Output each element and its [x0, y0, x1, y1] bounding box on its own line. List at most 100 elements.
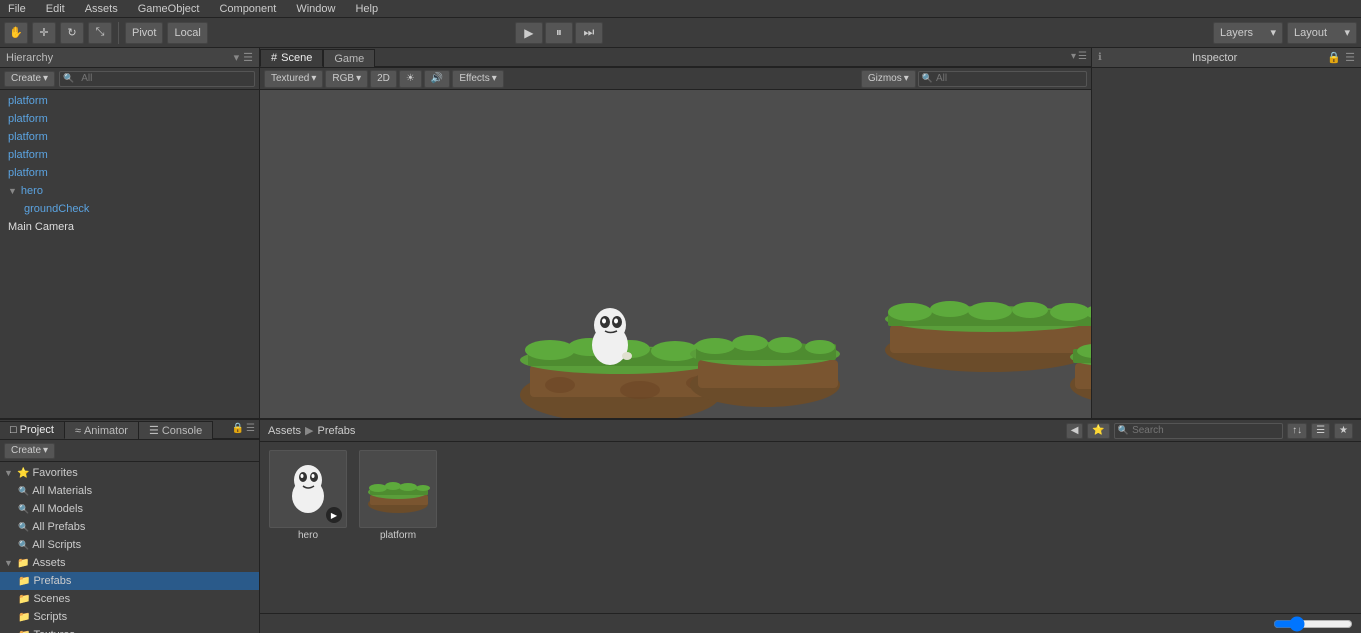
pause-button[interactable]: ⏸ [545, 22, 573, 44]
transport-controls: ▶ ⏸ ⏭ [515, 22, 603, 44]
hierarchy-item-platform-3[interactable]: platform [0, 128, 259, 146]
project-lock-icon[interactable]: 🔒 [232, 423, 244, 434]
hierarchy-content: platform platform platform platform plat… [0, 90, 259, 418]
hierarchy-toolbar: Create ▾ 🔍 [0, 68, 259, 90]
shading-dropdown[interactable]: Textured ▾ [264, 70, 323, 88]
tree-all-prefabs[interactable]: 🔍 All Prefabs [0, 518, 259, 536]
hierarchy-create-btn[interactable]: Create ▾ [4, 71, 55, 87]
project-menu-icon[interactable]: ☰ [246, 423, 255, 434]
tab-animator[interactable]: ≈ Animator [65, 421, 139, 439]
move-tool-button[interactable]: ✛ [32, 22, 56, 44]
color-space-dropdown[interactable]: RGB ▾ [325, 70, 368, 88]
hierarchy-collapse-icon[interactable]: ▾ [234, 51, 240, 64]
menu-gameobject[interactable]: GameObject [134, 3, 204, 15]
local-button[interactable]: Local [167, 22, 207, 44]
rotate-tool-button[interactable]: ↻ [60, 22, 84, 44]
tab-project[interactable]: □ Project [0, 421, 65, 439]
toolbar-sep-1 [118, 22, 119, 44]
hand-tool-button[interactable]: ✋ [4, 22, 28, 44]
hero-play-icon: ▶ [326, 507, 342, 523]
effects-dropdown[interactable]: Effects ▾ [452, 70, 503, 88]
menu-assets[interactable]: Assets [81, 3, 122, 15]
hierarchy-item-groundcheck[interactable]: groundCheck [0, 200, 259, 218]
favorites-folder-icon: ⭐ [17, 468, 29, 479]
console-tab-icon: ☰ [149, 424, 159, 437]
tree-textures[interactable]: 📁 Textures [0, 626, 259, 633]
assets-star-btn[interactable]: ★ [1334, 423, 1353, 439]
hierarchy-item-platform-4[interactable]: platform [0, 146, 259, 164]
bottom-tabs: □ Project ≈ Animator ☰ Console 🔒 ☰ [0, 420, 259, 440]
asset-platform[interactable]: platform [358, 450, 438, 541]
hierarchy-item-main-camera[interactable]: Main Camera [0, 218, 259, 236]
layout-dropdown[interactable]: Layout ▾ [1287, 22, 1357, 44]
scene-search: 🔍 [918, 71, 1087, 87]
menu-edit[interactable]: Edit [42, 3, 69, 15]
menu-help[interactable]: Help [351, 3, 382, 15]
tree-all-materials[interactable]: 🔍 All Materials [0, 482, 259, 500]
scene-menu-icon[interactable]: ☰ [1078, 51, 1087, 62]
menu-component[interactable]: Component [215, 3, 280, 15]
tree-all-scripts[interactable]: 🔍 All Scripts [0, 536, 259, 554]
center-panel: # Scene Game ▾ ☰ Textured ▾ [260, 48, 1091, 418]
tab-console[interactable]: ☰ Console [139, 421, 213, 439]
assets-path-assets[interactable]: Assets [268, 425, 301, 437]
inspector-menu-icon[interactable]: ☰ [1345, 51, 1355, 64]
platform-thumb [359, 450, 437, 528]
assets-expand: ▼ [4, 558, 14, 568]
assets-path-prefabs[interactable]: Prefabs [317, 425, 355, 437]
hierarchy-search-input[interactable] [77, 71, 254, 87]
assets-folder-icon: 📁 [17, 558, 29, 569]
tree-prefabs[interactable]: 📁 Prefabs [0, 572, 259, 590]
tab-game[interactable]: Game [323, 49, 375, 67]
tree-scripts[interactable]: 📁 Scripts [0, 608, 259, 626]
assets-favorites-btn[interactable]: ⭐ [1087, 423, 1109, 439]
tree-favorites[interactable]: ▼ ⭐ Favorites [0, 464, 259, 482]
hierarchy-item-platform-1[interactable]: platform [0, 92, 259, 110]
pivot-button[interactable]: Pivot [125, 22, 163, 44]
scale-tool-button[interactable]: ⤡ [88, 22, 112, 44]
play-button[interactable]: ▶ [515, 22, 543, 44]
scene-content-area [260, 90, 1091, 418]
scene-panel-controls: ▾ ☰ [1067, 47, 1091, 67]
step-button[interactable]: ⏭ [575, 22, 603, 44]
scene-view[interactable] [260, 90, 1091, 418]
breadcrumb-arrow: ▶ [305, 424, 313, 437]
assets-filter-btn[interactable]: ☰ [1311, 423, 1330, 439]
prefabs-folder-icon: 📁 [18, 576, 30, 587]
tree-all-models[interactable]: 🔍 All Models [0, 500, 259, 518]
platform-label: platform [380, 530, 416, 541]
all-models-icon: 🔍 [18, 504, 29, 515]
tree-assets[interactable]: ▼ 📁 Assets [0, 554, 259, 572]
audio-toggle[interactable]: 🔊 [424, 70, 450, 88]
inspector-header: ℹ Inspector 🔒 ☰ [1092, 48, 1361, 68]
assets-search-input[interactable] [1132, 425, 1282, 436]
menu-file[interactable]: File [4, 3, 30, 15]
inspector-content [1092, 68, 1361, 418]
asset-size-slider[interactable] [1273, 616, 1353, 632]
lighting-toggle[interactable]: ☀ [399, 70, 422, 88]
hierarchy-item-platform-2[interactable]: platform [0, 110, 259, 128]
inspector-lock-icon[interactable]: 🔒 [1327, 51, 1341, 64]
hierarchy-item-hero[interactable]: ▼ hero [0, 182, 259, 200]
project-tab-icon: □ [10, 424, 17, 436]
assets-search: 🔍 [1114, 423, 1283, 439]
scene-collapse-icon[interactable]: ▾ [1071, 51, 1076, 62]
scene-search-input[interactable] [936, 73, 1086, 84]
bottom-row: □ Project ≈ Animator ☰ Console 🔒 ☰ [0, 418, 1361, 633]
inspector-title: Inspector [1192, 52, 1237, 64]
asset-hero[interactable]: ▶ hero [268, 450, 348, 541]
2d-toggle[interactable]: 2D [370, 70, 397, 88]
assets-slider-bar [260, 613, 1361, 633]
tree-scenes[interactable]: 📁 Scenes [0, 590, 259, 608]
hierarchy-menu-icon[interactable]: ☰ [243, 51, 253, 64]
hierarchy-item-platform-5[interactable]: platform [0, 164, 259, 182]
gizmos-dropdown[interactable]: Gizmos ▾ [861, 70, 916, 88]
menu-window[interactable]: Window [292, 3, 339, 15]
layers-dropdown[interactable]: Layers ▾ [1213, 22, 1283, 44]
hierarchy-panel: Hierarchy ▾ ☰ Create ▾ 🔍 platform [0, 48, 260, 418]
tab-scene[interactable]: # Scene [260, 49, 323, 67]
assets-sort-btn[interactable]: ↑↓ [1287, 423, 1307, 439]
project-create-btn[interactable]: Create ▾ [4, 443, 55, 459]
assets-back-btn[interactable]: ◀ [1066, 423, 1084, 439]
scene-toolbar: Textured ▾ RGB ▾ 2D ☀ 🔊 Effects ▾ Gizmos… [260, 68, 1091, 90]
